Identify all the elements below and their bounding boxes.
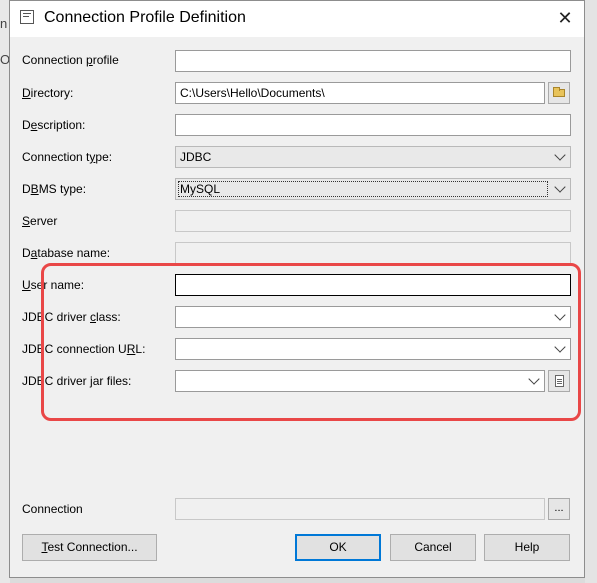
database-name-input	[175, 242, 571, 264]
folder-icon	[553, 87, 565, 97]
label-part: scription:	[37, 118, 86, 132]
window-app-icon	[20, 10, 34, 24]
chevron-down-icon	[554, 181, 566, 193]
label-part: erver	[30, 214, 58, 228]
connection-ellipsis-button[interactable]: ...	[548, 498, 570, 520]
dbms-type-label: DBMS type:	[22, 182, 86, 196]
label-mnemonic: D	[22, 86, 31, 100]
help-button[interactable]: Help	[484, 534, 570, 561]
connection-label: Connection	[22, 502, 83, 516]
connection-input	[175, 498, 545, 520]
connection-profile-label: Connection profile	[22, 53, 119, 67]
close-icon[interactable]: ✕	[551, 5, 579, 31]
label-part: MS type:	[38, 182, 87, 196]
label-part: est Connection...	[47, 540, 138, 554]
dbms-type-select[interactable]: MySQL	[175, 178, 571, 200]
label-part: Connection	[22, 53, 87, 67]
database-name-label: Database name:	[22, 246, 110, 260]
description-input[interactable]	[175, 114, 571, 136]
label-part: D	[22, 118, 31, 132]
label-part: rofile	[92, 53, 119, 67]
server-label: Server	[22, 214, 57, 228]
ok-button[interactable]: OK	[295, 534, 381, 561]
connection-profile-input[interactable]	[175, 50, 571, 72]
label-part: tabase name:	[37, 246, 111, 260]
cancel-button[interactable]: Cancel	[390, 534, 476, 561]
connection-type-select[interactable]: JDBC	[175, 146, 571, 168]
browse-directory-button[interactable]	[548, 82, 570, 104]
label-part: irectory:	[30, 86, 74, 100]
directory-label: Directory:	[22, 86, 73, 100]
connection-type-value: JDBC	[180, 150, 212, 164]
test-connection-button[interactable]: Test Connection...	[22, 534, 157, 561]
connection-profile-dialog: Connection Profile Definition ✕ Connecti…	[9, 0, 585, 578]
dialog-title: Connection Profile Definition	[44, 9, 246, 26]
label-mnemonic: B	[30, 182, 39, 196]
description-label: Description:	[22, 118, 85, 132]
directory-input[interactable]: C:\Users\Hello\Documents\	[175, 82, 545, 104]
title-bar[interactable]: Connection Profile Definition ✕	[10, 1, 584, 37]
focus-rectangle	[178, 181, 548, 197]
highlight-annotation	[41, 263, 581, 421]
label-mnemonic: p	[86, 53, 93, 67]
label-part: pe:	[95, 150, 113, 164]
chevron-down-icon	[554, 149, 566, 161]
background-char: n	[0, 16, 8, 31]
label-mnemonic: U	[22, 278, 31, 292]
connection-type-label: Connection type:	[22, 150, 112, 164]
label-part: Connection t	[22, 150, 90, 164]
server-input	[175, 210, 571, 232]
label-mnemonic: S	[22, 214, 31, 228]
label-part: D	[22, 182, 31, 196]
label-part: D	[22, 246, 31, 260]
background-window-edge-right	[585, 0, 597, 583]
